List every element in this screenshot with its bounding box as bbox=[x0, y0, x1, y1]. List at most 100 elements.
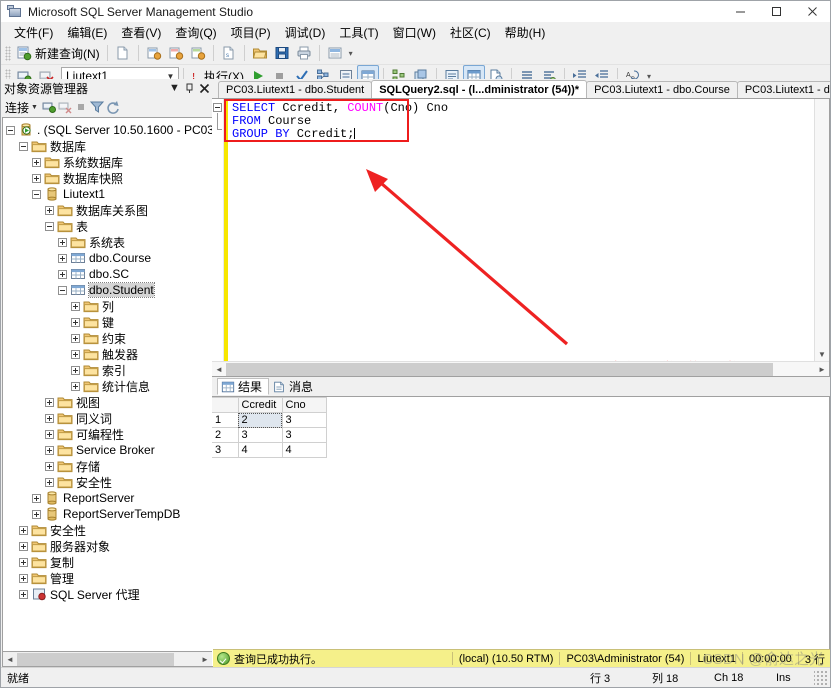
object-explorer-tree[interactable]: . (SQL Server 10.50.1600 - PC03\Administ… bbox=[2, 117, 212, 652]
tree-node[interactable]: 安全性 bbox=[3, 522, 212, 538]
tree-node[interactable]: 键 bbox=[3, 314, 212, 330]
tree-node[interactable]: 统计信息 bbox=[3, 378, 212, 394]
analysis-dmx-query-button[interactable] bbox=[187, 43, 209, 63]
tree-node[interactable]: 数据库关系图 bbox=[3, 202, 212, 218]
expand-icon[interactable] bbox=[32, 493, 41, 503]
oe-refresh-button[interactable] bbox=[105, 99, 121, 115]
expand-icon[interactable] bbox=[45, 445, 54, 455]
tree-node[interactable]: 复制 bbox=[3, 554, 212, 570]
menu-window[interactable]: 窗口(W) bbox=[386, 22, 443, 43]
grid-column-header[interactable]: Ccredit bbox=[238, 397, 283, 413]
tree-node[interactable]: 列 bbox=[3, 298, 212, 314]
tree-node[interactable]: 视图 bbox=[3, 394, 212, 410]
tree-node[interactable]: dbo.Course bbox=[3, 250, 212, 266]
expand-icon[interactable] bbox=[58, 237, 67, 247]
grid-cell[interactable]: 3 bbox=[238, 427, 283, 443]
menu-community[interactable]: 社区(C) bbox=[443, 22, 498, 43]
grid-cell[interactable]: 3 bbox=[282, 412, 327, 428]
tree-node[interactable]: ReportServerTempDB bbox=[3, 506, 212, 522]
grid-row-number[interactable]: 3 bbox=[212, 442, 239, 458]
expand-icon[interactable] bbox=[58, 253, 67, 263]
expand-icon[interactable] bbox=[71, 349, 80, 359]
grid-cell[interactable]: 2 bbox=[238, 412, 283, 428]
tree-node[interactable]: 安全性 bbox=[3, 474, 212, 490]
results-tab-grid[interactable]: 结果 bbox=[217, 378, 270, 395]
menu-view[interactable]: 查看(V) bbox=[114, 22, 168, 43]
collapse-icon[interactable] bbox=[6, 125, 15, 135]
grid-row-number[interactable]: 1 bbox=[212, 412, 239, 428]
tree-node[interactable]: 数据库快照 bbox=[3, 170, 212, 186]
expand-icon[interactable] bbox=[71, 333, 80, 343]
grid-cell[interactable]: 4 bbox=[282, 442, 327, 458]
grid-row-number[interactable]: 2 bbox=[212, 427, 239, 443]
tree-node[interactable]: 存储 bbox=[3, 458, 212, 474]
tree-node[interactable]: 服务器对象 bbox=[3, 538, 212, 554]
menu-query[interactable]: 查询(Q) bbox=[168, 22, 223, 43]
resize-grip[interactable] bbox=[814, 670, 828, 685]
menu-tools[interactable]: 工具(T) bbox=[332, 22, 385, 43]
menu-project[interactable]: 项目(P) bbox=[224, 22, 278, 43]
scroll-right-icon[interactable]: ► bbox=[815, 363, 829, 376]
close-icon[interactable] bbox=[794, 1, 830, 22]
expand-icon[interactable] bbox=[19, 557, 28, 567]
expand-icon[interactable] bbox=[45, 205, 54, 215]
oe-filter-button[interactable] bbox=[89, 99, 105, 115]
sql-code[interactable]: SELECT Ccredit, COUNT(Cno) Cno FROM Cours… bbox=[228, 99, 829, 361]
oe-stop-button[interactable] bbox=[73, 99, 89, 115]
collapse-icon[interactable] bbox=[19, 141, 28, 151]
results-tab-messages[interactable]: 消息 bbox=[269, 378, 319, 395]
expand-icon[interactable] bbox=[32, 509, 41, 519]
tree-node[interactable]: 约束 bbox=[3, 330, 212, 346]
tab-sc[interactable]: PC03.Liutext1 - dbo.SC bbox=[736, 81, 830, 98]
tree-node[interactable]: ReportServer bbox=[3, 490, 212, 506]
tree-node[interactable]: SQL Server 代理 bbox=[3, 586, 212, 602]
scroll-left-icon[interactable]: ◄ bbox=[212, 363, 226, 376]
editor-vscrollbar[interactable]: ▼ bbox=[814, 99, 829, 361]
oe-disconnect-button[interactable] bbox=[57, 99, 73, 115]
db-engine-query-button[interactable] bbox=[143, 43, 165, 63]
expand-icon[interactable] bbox=[71, 317, 80, 327]
open-file-button[interactable] bbox=[249, 43, 271, 63]
collapse-icon[interactable] bbox=[58, 285, 67, 295]
grid-column-header[interactable]: Cno bbox=[282, 397, 327, 413]
analysis-mdx-query-button[interactable] bbox=[165, 43, 187, 63]
tab-course[interactable]: PC03.Liutext1 - dbo.Course bbox=[586, 81, 738, 98]
menu-debug[interactable]: 调试(D) bbox=[278, 22, 333, 43]
table-row[interactable]: 233 bbox=[212, 427, 327, 443]
pin-icon[interactable] bbox=[182, 81, 197, 96]
toolbar-overflow-button[interactable]: ▾ bbox=[346, 49, 356, 58]
tree-node[interactable]: 管理 bbox=[3, 570, 212, 586]
expand-icon[interactable] bbox=[19, 541, 28, 551]
collapse-icon[interactable] bbox=[45, 221, 54, 231]
expand-icon[interactable] bbox=[45, 461, 54, 471]
minimize-icon[interactable] bbox=[722, 1, 758, 22]
editor-hscrollbar[interactable]: ◄ ► bbox=[212, 361, 829, 376]
scroll-thumb[interactable] bbox=[17, 652, 174, 666]
expand-icon[interactable] bbox=[19, 525, 28, 535]
tree-node[interactable]: 触发器 bbox=[3, 346, 212, 362]
tree-node[interactable]: 索引 bbox=[3, 362, 212, 378]
tab-sqlquery2[interactable]: SQLQuery2.sql - (l...dministrator (54))* bbox=[371, 80, 588, 98]
tab-student[interactable]: PC03.Liutext1 - dbo.Student bbox=[218, 81, 373, 98]
menu-edit[interactable]: 编辑(E) bbox=[60, 22, 114, 43]
expand-icon[interactable] bbox=[71, 301, 80, 311]
tree-node[interactable]: Liutext1 bbox=[3, 186, 212, 202]
expand-icon[interactable] bbox=[32, 157, 41, 167]
collapse-region-icon[interactable] bbox=[213, 103, 222, 112]
close-icon[interactable] bbox=[197, 81, 212, 96]
editor-body[interactable]: SELECT Ccredit, COUNT(Cno) Cno FROM Cours… bbox=[212, 99, 829, 361]
object-explorer-hscrollbar[interactable]: ◄ ► bbox=[2, 652, 212, 667]
oe-connect-button[interactable] bbox=[41, 99, 57, 115]
expand-icon[interactable] bbox=[19, 589, 28, 599]
print-button[interactable] bbox=[293, 43, 315, 63]
tree-node[interactable]: Service Broker bbox=[3, 442, 212, 458]
tree-node[interactable]: 系统表 bbox=[3, 234, 212, 250]
summary-button[interactable] bbox=[324, 43, 346, 63]
grid-corner-cell[interactable] bbox=[212, 397, 239, 413]
script-file-button[interactable]: s bbox=[218, 43, 240, 63]
collapse-icon[interactable] bbox=[32, 189, 41, 199]
tree-node[interactable]: 同义词 bbox=[3, 410, 212, 426]
expand-icon[interactable] bbox=[32, 173, 41, 183]
expand-icon[interactable] bbox=[45, 413, 54, 423]
scroll-thumb[interactable] bbox=[226, 362, 773, 376]
